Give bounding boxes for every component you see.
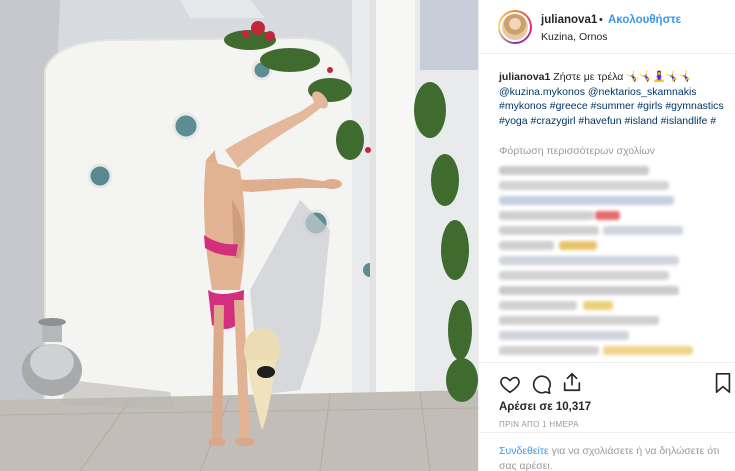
- caption-mentions[interactable]: @kuzina.mykonos @nektarios_skamnakis: [499, 86, 697, 98]
- post-side-panel: julianova1 • Ακολουθήστε Kuzina, Ornos j…: [478, 0, 735, 471]
- likes-count[interactable]: Αρέσει σε 10,317: [499, 401, 591, 413]
- follow-button[interactable]: Ακολουθήστε: [608, 14, 681, 26]
- bookmark-icon[interactable]: [712, 372, 734, 394]
- caption-text: Ζήστε με τρέλα: [553, 71, 624, 83]
- comment-icon[interactable]: [530, 373, 552, 395]
- post-caption: julianova1 Ζήστε με τρέλα 🤸‍♀️🤸‍♀️🧘‍♀️🤸‍…: [499, 70, 729, 128]
- avatar[interactable]: [498, 10, 532, 44]
- login-link[interactable]: Συνδεθείτε: [499, 445, 549, 457]
- caption-hashtags[interactable]: #mykonos #greece #summer #girls #gymnast…: [499, 100, 724, 127]
- heart-icon[interactable]: [499, 373, 521, 395]
- login-prompt: Συνδεθείτε για να σχολιάσετε ή να δηλώσε…: [479, 432, 735, 471]
- post-timestamp[interactable]: ΠΡΙΝ ΑΠΟ 1 ΗΜΕΡΑ: [499, 420, 579, 429]
- post-photo[interactable]: [0, 0, 478, 471]
- caption-emoji: 🤸‍♀️🤸‍♀️🧘‍♀️🤸‍♀️🤸‍♀️: [626, 71, 692, 83]
- photo-scene: [0, 0, 478, 471]
- location-link[interactable]: Kuzina, Ornos: [541, 31, 608, 43]
- caption-username[interactable]: julianova1: [499, 71, 550, 83]
- login-prompt-text: Συνδεθείτε για να σχολιάσετε ή να δηλώσε…: [499, 444, 724, 471]
- header-separator: •: [599, 14, 603, 26]
- blurred-comments: [499, 164, 694, 364]
- share-icon[interactable]: [561, 371, 583, 393]
- post-header: julianova1 • Ακολουθήστε Kuzina, Ornos: [479, 0, 735, 54]
- header-username[interactable]: julianova1: [541, 14, 597, 26]
- load-more-comments-button[interactable]: Φόρτωση περισσότερων σχολίων: [499, 145, 655, 157]
